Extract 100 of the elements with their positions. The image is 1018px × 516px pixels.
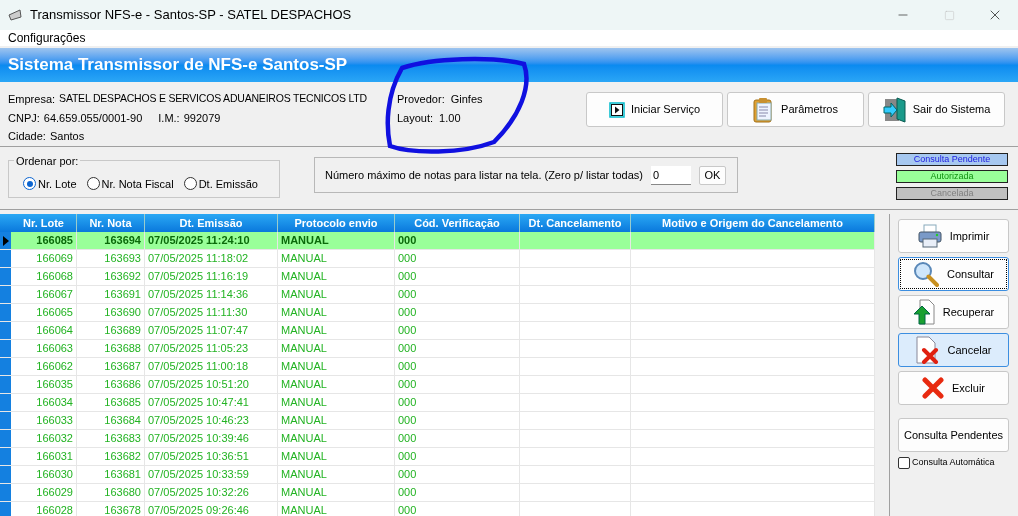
menu-item[interactable]: Configurações [4, 29, 90, 47]
table-cell: 166067 [11, 286, 77, 303]
table-cell: 07/05/2025 10:32:26 [145, 484, 278, 501]
toolbar-button[interactable]: Sair do Sistema [868, 92, 1005, 127]
banner-title: Sistema Transmissor de NFS-e Santos-SP [8, 54, 348, 77]
table-cell: 163678 [77, 502, 145, 516]
table-cell: 000 [395, 340, 520, 357]
auto-check-option[interactable]: Consulta Automática [898, 456, 995, 470]
status-legend: Autorizada [896, 170, 1008, 183]
table-cell: MANUAL [278, 448, 395, 465]
row-indicator [0, 340, 11, 357]
radio-button[interactable] [23, 177, 36, 191]
status-legend: Consulta Pendente [896, 153, 1008, 166]
row-indicator [0, 448, 11, 465]
table-cell: 000 [395, 448, 520, 465]
table-cell: 07/05/2025 10:33:59 [145, 466, 278, 483]
column-header: Motivo e Origem do Cancelamento [631, 214, 875, 232]
toolbar-button[interactable]: Iniciar Serviço [586, 92, 723, 127]
table-cell: 000 [395, 322, 520, 339]
cnpj-value: 64.659.055/0001-90 [43, 110, 143, 126]
table-cell: 166029 [11, 484, 77, 501]
action-button[interactable]: Recuperar [898, 295, 1009, 329]
radio-option[interactable]: Nr. Lote [23, 175, 77, 192]
row-indicator [0, 412, 11, 429]
table-cell: MANUAL [278, 322, 395, 339]
row-indicator [0, 268, 11, 285]
column-header: Cód. Verificação [395, 214, 520, 232]
table-cell: 163680 [77, 484, 145, 501]
window-title: Transmissor NFS-e - Santos-SP - SATEL DESPACHOS [30, 6, 352, 25]
column-header: Nr. Lote [11, 214, 77, 232]
maximize-icon [943, 9, 955, 21]
table-cell: 166031 [11, 448, 77, 465]
play-icon [608, 101, 625, 118]
table-cell: 000 [395, 232, 520, 249]
table-cell: 163690 [77, 304, 145, 321]
action-button[interactable]: Excluir [898, 371, 1009, 405]
provider-value: Ginfes [450, 92, 483, 107]
exit-door-icon [882, 96, 907, 123]
table-row[interactable]: 166085 163694 07/05/2025 11:24:10 MANUAL 000 [0, 232, 875, 250]
table-cell: 000 [395, 358, 520, 375]
table-cell: 166085 [11, 232, 77, 249]
toolbar-button[interactable]: Parâmetros [727, 92, 864, 127]
table-cell: 163682 [77, 448, 145, 465]
table-cell: 000 [395, 394, 520, 411]
table-cell: MANUAL [278, 286, 395, 303]
table-cell: 166028 [11, 502, 77, 516]
table-cell: 166062 [11, 358, 77, 375]
table-cell: MANUAL [278, 502, 395, 516]
radio-button[interactable] [183, 177, 197, 191]
limit-input[interactable]: 0 [650, 165, 691, 185]
column-header: Protocolo envio [278, 214, 395, 232]
table-cell: 163687 [77, 358, 145, 375]
radio-option[interactable]: Dt. Emissão [183, 175, 258, 192]
table-cell: MANUAL [278, 232, 395, 249]
table-cell: 07/05/2025 11:00:18 [145, 358, 278, 375]
document-x-icon [915, 336, 940, 364]
table-cell: 07/05/2025 11:24:10 [145, 232, 278, 249]
row-indicator [0, 304, 11, 321]
table-cell: 166064 [11, 322, 77, 339]
table-cell: 166065 [11, 304, 77, 321]
column-header: Nr. Nota [77, 214, 145, 232]
table-cell: 166035 [11, 376, 77, 393]
ok-button[interactable]: OK [698, 165, 726, 185]
action-button[interactable]: Cancelar [898, 333, 1009, 367]
table-cell: 000 [395, 430, 520, 447]
table-cell: 000 [395, 484, 520, 501]
company-name: SATEL DESPACHOS E SERVICOS ADUANEIROS TECNICOS LTD [59, 91, 367, 106]
action-button[interactable]: Consultar [898, 257, 1009, 291]
table-cell: 07/05/2025 10:51:20 [145, 376, 278, 393]
table-cell: 000 [395, 250, 520, 267]
table-cell: 163684 [77, 412, 145, 429]
table-cell: 07/05/2025 09:26:46 [145, 502, 278, 516]
table-cell: MANUAL [278, 412, 395, 429]
row-indicator [0, 376, 11, 393]
table-cell: 166030 [11, 466, 77, 483]
field-label: I.M.: [158, 110, 180, 126]
table-cell: 166033 [11, 412, 77, 429]
table-cell: MANUAL [278, 268, 395, 285]
table-cell: 163686 [77, 376, 145, 393]
table-cell: MANUAL [278, 484, 395, 501]
table-cell: 07/05/2025 10:36:51 [145, 448, 278, 465]
radio-button[interactable] [86, 177, 100, 191]
table-cell: 163688 [77, 340, 145, 357]
column-header: Dt. Cancelamento [520, 214, 631, 232]
radio-option[interactable]: Nr. Nota Fiscal [86, 175, 174, 192]
table-cell: 07/05/2025 10:47:41 [145, 394, 278, 411]
magnifier-icon [912, 261, 939, 287]
printer-icon [917, 224, 942, 248]
row-indicator [0, 484, 11, 501]
im-value: 992079 [183, 110, 221, 126]
row-indicator [0, 466, 11, 483]
pending-button[interactable]: Consulta Pendentes [898, 418, 1009, 452]
table-cell: MANUAL [278, 304, 395, 321]
table-cell: 163681 [77, 466, 145, 483]
table-cell: 163691 [77, 286, 145, 303]
checkbox[interactable] [898, 456, 910, 469]
city-value: Santos [49, 129, 85, 144]
table-cell: 07/05/2025 11:11:30 [145, 304, 278, 321]
action-button[interactable]: Imprimir [898, 219, 1009, 253]
table-cell: 07/05/2025 11:05:23 [145, 340, 278, 357]
